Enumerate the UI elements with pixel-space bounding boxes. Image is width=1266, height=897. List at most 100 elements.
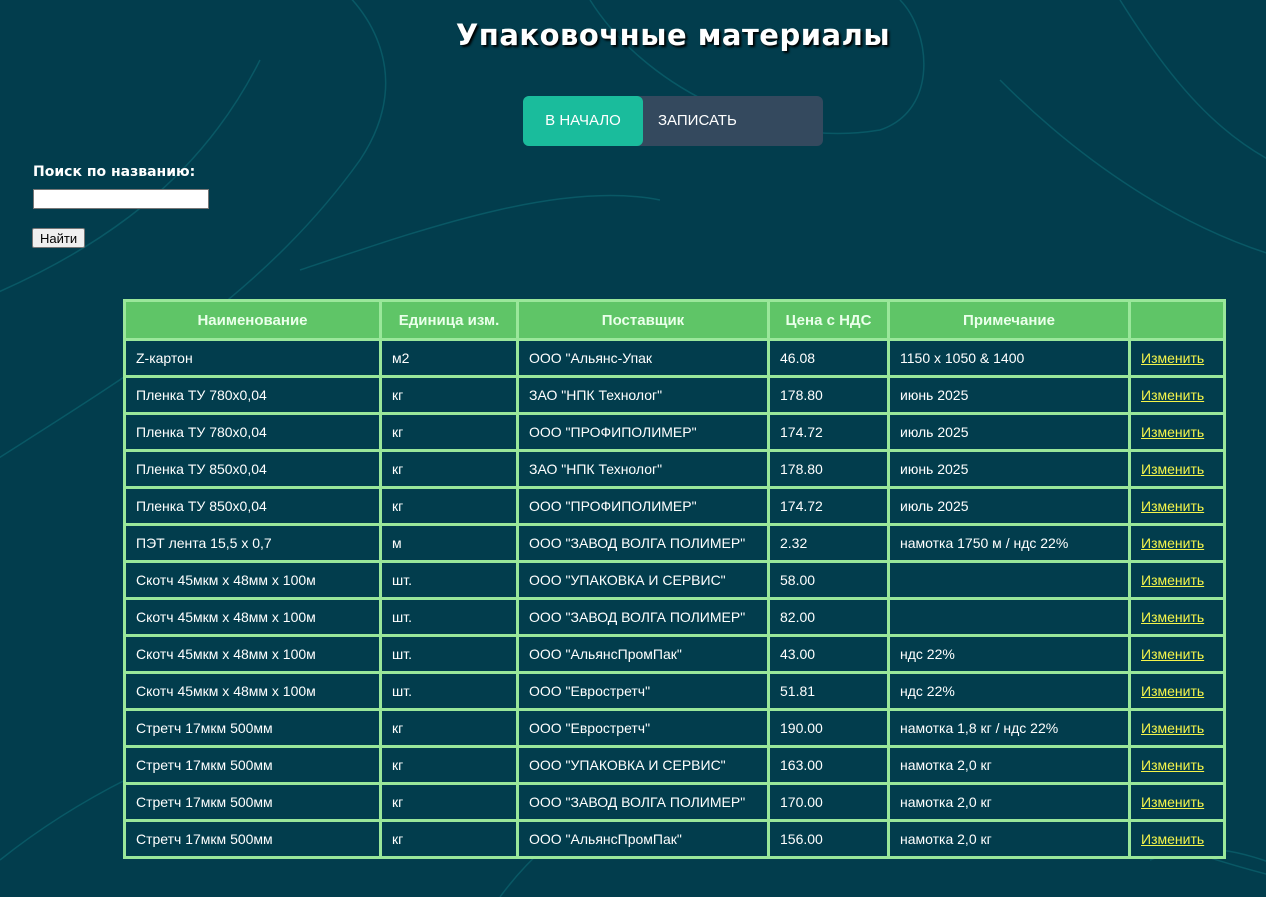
cell-action: Изменить <box>1128 708 1226 748</box>
column-header-supplier: Поставщик <box>516 299 770 341</box>
table-row: Стретч 17мкм 500мм кг ООО "АльянсПромПак… <box>123 819 1226 859</box>
cell-price: 82.00 <box>767 597 890 637</box>
cell-unit: шт. <box>379 634 519 674</box>
cell-unit: м2 <box>379 338 519 378</box>
cell-name: Скотч 45мкм х 48мм х 100м <box>123 634 382 674</box>
cell-note <box>887 560 1131 600</box>
cell-supplier: ООО "Альянс-Упак <box>516 338 770 378</box>
cell-supplier: ООО "ЗАВОД ВОЛГА ПОЛИМЕР" <box>516 782 770 822</box>
table-row: ПЭТ лента 15,5 х 0,7 м ООО "ЗАВОД ВОЛГА … <box>123 523 1226 563</box>
cell-action: Изменить <box>1128 523 1226 563</box>
cell-action: Изменить <box>1128 375 1226 415</box>
cell-supplier: ООО "ЗАВОД ВОЛГА ПОЛИМЕР" <box>516 523 770 563</box>
page: Упаковочные материалы В НАЧАЛО ЗАПИСАТЬ … <box>0 0 1266 897</box>
cell-action: Изменить <box>1128 449 1226 489</box>
nav-record-button[interactable]: ЗАПИСАТЬ <box>643 96 737 146</box>
edit-link[interactable]: Изменить <box>1141 683 1204 699</box>
column-header-price: Цена с НДС <box>767 299 890 341</box>
cell-unit: кг <box>379 449 519 489</box>
edit-link[interactable]: Изменить <box>1141 498 1204 514</box>
cell-price: 190.00 <box>767 708 890 748</box>
cell-note: намотка 2,0 кг <box>887 782 1131 822</box>
cell-supplier: ЗАО "НПК Технолог" <box>516 449 770 489</box>
cell-note <box>887 597 1131 637</box>
edit-link[interactable]: Изменить <box>1141 424 1204 440</box>
cell-unit: кг <box>379 412 519 452</box>
table-row: Скотч 45мкм х 48мм х 100м шт. ООО "УПАКО… <box>123 560 1226 600</box>
cell-name: Z-картон <box>123 338 382 378</box>
cell-name: Стретч 17мкм 500мм <box>123 819 382 859</box>
table-header-row: Наименование Единица изм. Поставщик Цена… <box>123 299 1226 341</box>
cell-action: Изменить <box>1128 745 1226 785</box>
table-row: Стретч 17мкм 500мм кг ООО "УПАКОВКА И СЕ… <box>123 745 1226 785</box>
cell-unit: кг <box>379 708 519 748</box>
cell-name: Пленка ТУ 850х0,04 <box>123 449 382 489</box>
cell-action: Изменить <box>1128 819 1226 859</box>
cell-note: июль 2025 <box>887 412 1131 452</box>
table-row: Стретч 17мкм 500мм кг ООО "ЗАВОД ВОЛГА П… <box>123 782 1226 822</box>
table-row: Скотч 45мкм х 48мм х 100м шт. ООО "Еврос… <box>123 671 1226 711</box>
edit-link[interactable]: Изменить <box>1141 831 1204 847</box>
page-title: Упаковочные материалы <box>455 18 891 52</box>
cell-action: Изменить <box>1128 560 1226 600</box>
cell-supplier: ООО "ПРОФИПОЛИМЕР" <box>516 486 770 526</box>
cell-price: 174.72 <box>767 486 890 526</box>
cell-price: 58.00 <box>767 560 890 600</box>
column-header-action <box>1128 299 1226 341</box>
search-label: Поиск по названию: <box>33 164 196 180</box>
cell-supplier: ЗАО "НПК Технолог" <box>516 375 770 415</box>
edit-link[interactable]: Изменить <box>1141 572 1204 588</box>
edit-link[interactable]: Изменить <box>1141 387 1204 403</box>
table-row: Пленка ТУ 850х0,04 кг ЗАО "НПК Технолог"… <box>123 449 1226 489</box>
table-row: Скотч 45мкм х 48мм х 100м шт. ООО "ЗАВОД… <box>123 597 1226 637</box>
cell-name: Скотч 45мкм х 48мм х 100м <box>123 560 382 600</box>
cell-price: 178.80 <box>767 449 890 489</box>
edit-link[interactable]: Изменить <box>1141 646 1204 662</box>
top-nav: В НАЧАЛО ЗАПИСАТЬ <box>523 96 823 146</box>
edit-link[interactable]: Изменить <box>1141 609 1204 625</box>
column-header-name: Наименование <box>123 299 382 341</box>
edit-link[interactable]: Изменить <box>1141 535 1204 551</box>
table-row: Стретч 17мкм 500мм кг ООО "Евростретч" 1… <box>123 708 1226 748</box>
cell-supplier: ООО "УПАКОВКА И СЕРВИС" <box>516 745 770 785</box>
cell-unit: кг <box>379 486 519 526</box>
cell-action: Изменить <box>1128 671 1226 711</box>
edit-link[interactable]: Изменить <box>1141 794 1204 810</box>
cell-price: 46.08 <box>767 338 890 378</box>
cell-unit: кг <box>379 375 519 415</box>
cell-price: 163.00 <box>767 745 890 785</box>
cell-unit: кг <box>379 745 519 785</box>
cell-action: Изменить <box>1128 338 1226 378</box>
table-row: Скотч 45мкм х 48мм х 100м шт. ООО "Альян… <box>123 634 1226 674</box>
cell-price: 2.32 <box>767 523 890 563</box>
cell-note: июль 2025 <box>887 486 1131 526</box>
cell-action: Изменить <box>1128 782 1226 822</box>
table-row: Z-картон м2 ООО "Альянс-Упак 46.08 1150 … <box>123 338 1226 378</box>
cell-action: Изменить <box>1128 597 1226 637</box>
cell-price: 51.81 <box>767 671 890 711</box>
edit-link[interactable]: Изменить <box>1141 720 1204 736</box>
cell-price: 170.00 <box>767 782 890 822</box>
cell-note: намотка 2,0 кг <box>887 819 1131 859</box>
edit-link[interactable]: Изменить <box>1141 757 1204 773</box>
table-row: Пленка ТУ 850х0,04 кг ООО "ПРОФИПОЛИМЕР"… <box>123 486 1226 526</box>
cell-price: 174.72 <box>767 412 890 452</box>
cell-note: июнь 2025 <box>887 449 1131 489</box>
cell-name: Стретч 17мкм 500мм <box>123 782 382 822</box>
cell-price: 156.00 <box>767 819 890 859</box>
cell-supplier: ООО "АльянсПромПак" <box>516 634 770 674</box>
edit-link[interactable]: Изменить <box>1141 461 1204 477</box>
edit-link[interactable]: Изменить <box>1141 350 1204 366</box>
nav-home-button[interactable]: В НАЧАЛО <box>523 96 643 146</box>
cell-name: ПЭТ лента 15,5 х 0,7 <box>123 523 382 563</box>
cell-action: Изменить <box>1128 486 1226 526</box>
cell-note: намотка 2,0 кг <box>887 745 1131 785</box>
column-header-note: Примечание <box>887 299 1131 341</box>
cell-note: намотка 1750 м / ндс 22% <box>887 523 1131 563</box>
cell-unit: шт. <box>379 671 519 711</box>
cell-unit: кг <box>379 819 519 859</box>
cell-note: ндс 22% <box>887 634 1131 674</box>
search-button[interactable]: Найти <box>32 228 86 248</box>
cell-price: 43.00 <box>767 634 890 674</box>
search-input[interactable] <box>33 189 209 209</box>
